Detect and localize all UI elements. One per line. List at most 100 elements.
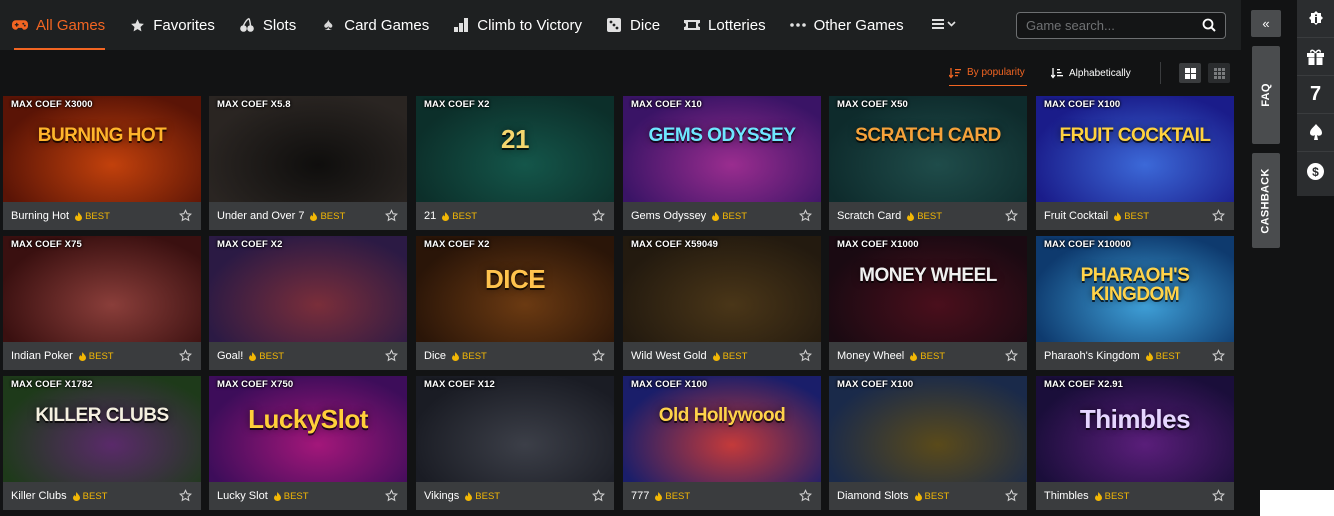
game-thumbnail[interactable]: MAX COEF X75 xyxy=(3,236,201,342)
flame-icon xyxy=(72,491,80,501)
game-card[interactable]: MAX COEF X5.8 Under and Over 7 BEST xyxy=(209,96,407,230)
search-input[interactable] xyxy=(1017,18,1192,33)
tab-dice[interactable]: Dice xyxy=(594,0,672,50)
game-logo-art: DICE xyxy=(484,264,546,294)
game-thumbnail[interactable]: FRUIT COCKTAIL MAX COEF X100 xyxy=(1036,96,1234,202)
game-info-bar: Under and Over 7 BEST xyxy=(209,202,407,230)
game-thumbnail[interactable]: MAX COEF X59049 xyxy=(623,236,821,342)
game-card[interactable]: FRUIT COCKTAIL MAX COEF X100 Fruit Cocktai… xyxy=(1036,96,1234,230)
game-thumbnail[interactable]: LuckySlot MAX COEF X750 xyxy=(209,376,407,482)
view-large-grid[interactable] xyxy=(1179,63,1201,83)
favorite-star-icon[interactable] xyxy=(592,209,605,222)
seven-icon: 7 xyxy=(1309,83,1322,105)
game-card[interactable]: MAX COEF X2 Goal! BEST xyxy=(209,236,407,370)
best-label: BEST xyxy=(665,490,691,502)
sort-label: By popularity xyxy=(967,67,1025,78)
game-card[interactable]: Old Hollywood MAX COEF X100 777 BEST xyxy=(623,376,821,510)
favorite-star-icon[interactable] xyxy=(385,489,398,502)
game-name: Thimbles xyxy=(1044,490,1089,502)
game-thumbnail[interactable]: PHARAOH'S KINGDOM MAX COEF X10000 xyxy=(1036,236,1234,342)
max-coef-label: MAX COEF X10000 xyxy=(1044,239,1132,250)
poker-chip-button[interactable] xyxy=(1297,114,1334,152)
sort-desc-icon xyxy=(949,67,961,79)
view-small-grid[interactable] xyxy=(1208,63,1230,83)
game-card[interactable]: Thimbles MAX COEF X2.91 Thimbles BEST xyxy=(1036,376,1234,510)
best-badge: BEST xyxy=(75,211,110,222)
game-card[interactable]: BURNING HOT MAX COEF X3000 Burning Hot BEST xyxy=(3,96,201,230)
game-thumbnail[interactable]: MONEY WHEEL MAX COEF X1000 xyxy=(829,236,1027,342)
seven-button[interactable]: 7 xyxy=(1297,76,1334,114)
game-logo-art: 21 xyxy=(501,124,529,154)
tab-favorites[interactable]: Favorites xyxy=(117,0,227,50)
favorite-star-icon[interactable] xyxy=(179,489,192,502)
game-card[interactable]: DICE MAX COEF X2 Dice BEST xyxy=(416,236,614,370)
tab-all-games[interactable]: All Games xyxy=(0,0,117,50)
tab-other-games[interactable]: Other Games xyxy=(778,0,916,50)
game-card[interactable]: SCRATCH CARD MAX COEF X50 Scratch Card BEST xyxy=(829,96,1027,230)
game-info-bar: 777 BEST xyxy=(623,482,821,510)
max-coef-label: MAX COEF X75 xyxy=(11,239,82,250)
game-thumbnail[interactable]: 21 MAX COEF X2 xyxy=(416,96,614,202)
game-card[interactable]: GEMS ODYSSEY MAX COEF X10 Gems Odyssey BEST xyxy=(623,96,821,230)
chat-widget-corner[interactable] xyxy=(1260,490,1334,516)
game-logo-art: PHARAOH'S KINGDOM xyxy=(1080,265,1190,305)
game-thumbnail[interactable]: MAX COEF X12 xyxy=(416,376,614,482)
game-card[interactable]: PHARAOH'S KINGDOM MAX COEF X10000 Pharaoh'… xyxy=(1036,236,1234,370)
tab-card-games[interactable]: ♠ Card Games xyxy=(308,0,441,50)
favorite-star-icon[interactable] xyxy=(799,349,812,362)
game-name: Lucky Slot xyxy=(217,490,268,502)
game-card[interactable]: MAX COEF X59049 Wild West Gold BEST xyxy=(623,236,821,370)
favorite-star-icon[interactable] xyxy=(1212,209,1225,222)
game-info-bar: Fruit Cocktail BEST xyxy=(1036,202,1234,230)
favorite-star-icon[interactable] xyxy=(1005,209,1018,222)
favorite-star-icon[interactable] xyxy=(799,489,812,502)
info-badge-button[interactable] xyxy=(1297,0,1334,38)
sort-alphabetically[interactable]: Alphabetically xyxy=(1051,60,1131,86)
game-thumbnail[interactable]: KILLER CLUBS MAX COEF X1782 xyxy=(3,376,201,482)
faq-tab[interactable]: FAQ xyxy=(1252,46,1280,144)
game-thumbnail[interactable]: DICE MAX COEF X2 xyxy=(416,236,614,342)
favorite-star-icon[interactable] xyxy=(592,489,605,502)
tab-climb-to-victory[interactable]: Climb to Victory xyxy=(441,0,594,50)
game-card[interactable]: KILLER CLUBS MAX COEF X1782 Killer Clubs BE… xyxy=(3,376,201,510)
game-thumbnail[interactable]: Old Hollywood MAX COEF X100 xyxy=(623,376,821,482)
game-thumbnail[interactable]: BURNING HOT MAX COEF X3000 xyxy=(3,96,201,202)
favorite-star-icon[interactable] xyxy=(799,209,812,222)
favorite-star-icon[interactable] xyxy=(179,209,192,222)
cashback-tab[interactable]: CASHBACK xyxy=(1252,153,1280,248)
game-card[interactable]: 21 MAX COEF X2 21 BEST xyxy=(416,96,614,230)
collapse-panel-button[interactable]: « xyxy=(1251,10,1281,37)
search-icon[interactable] xyxy=(1202,18,1216,37)
favorite-star-icon[interactable] xyxy=(1212,489,1225,502)
best-label: BEST xyxy=(82,490,108,502)
game-thumbnail[interactable]: MAX COEF X2 xyxy=(209,236,407,342)
favorite-star-icon[interactable] xyxy=(1005,349,1018,362)
best-badge: BEST xyxy=(1114,211,1149,222)
more-categories-menu[interactable] xyxy=(916,0,972,50)
best-badge: BEST xyxy=(655,491,690,502)
sort-by-popularity[interactable]: By popularity xyxy=(949,60,1027,86)
game-card[interactable]: MAX COEF X12 Vikings BEST xyxy=(416,376,614,510)
game-thumbnail[interactable]: MAX COEF X100 xyxy=(829,376,1027,482)
game-card[interactable]: LuckySlot MAX COEF X750 Lucky Slot BEST xyxy=(209,376,407,510)
game-name: Indian Poker xyxy=(11,350,73,362)
favorite-star-icon[interactable] xyxy=(179,349,192,362)
favorite-star-icon[interactable] xyxy=(385,349,398,362)
best-label: BEST xyxy=(1104,490,1130,502)
favorite-star-icon[interactable] xyxy=(385,209,398,222)
favorite-star-icon[interactable] xyxy=(1212,349,1225,362)
game-thumbnail[interactable]: GEMS ODYSSEY MAX COEF X10 xyxy=(623,96,821,202)
favorite-star-icon[interactable] xyxy=(1005,489,1018,502)
game-card[interactable]: MONEY WHEEL MAX COEF X1000 Money Wheel BEST xyxy=(829,236,1027,370)
ticket-icon xyxy=(684,17,701,33)
favorite-star-icon[interactable] xyxy=(592,349,605,362)
game-card[interactable]: MAX COEF X75 Indian Poker BEST xyxy=(3,236,201,370)
tab-slots[interactable]: Slots xyxy=(227,0,308,50)
game-card[interactable]: MAX COEF X100 Diamond Slots BEST xyxy=(829,376,1027,510)
game-thumbnail[interactable]: Thimbles MAX COEF X2.91 xyxy=(1036,376,1234,482)
dollar-button[interactable]: $ xyxy=(1297,152,1334,190)
game-thumbnail[interactable]: SCRATCH CARD MAX COEF X50 xyxy=(829,96,1027,202)
game-thumbnail[interactable]: MAX COEF X5.8 xyxy=(209,96,407,202)
gift-button[interactable] xyxy=(1297,38,1334,76)
tab-lotteries[interactable]: Lotteries xyxy=(672,0,778,50)
